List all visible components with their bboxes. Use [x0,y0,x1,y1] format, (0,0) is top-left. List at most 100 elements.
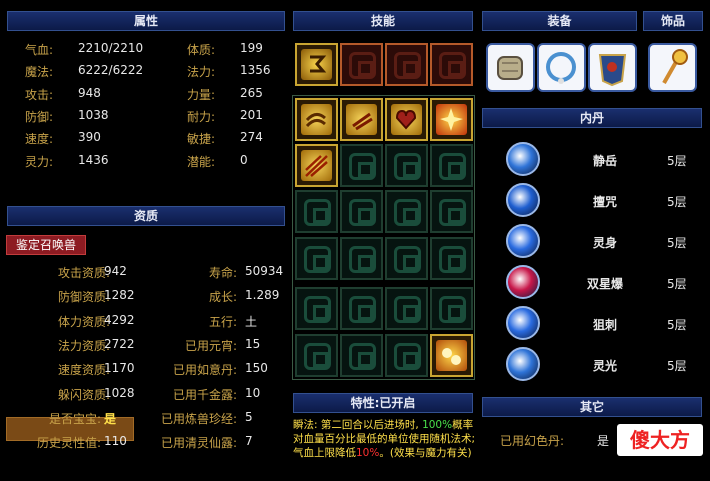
aptitude-value: 7 [245,434,253,449]
empty-skill-slot[interactable] [385,144,428,187]
trait-header: 特性:已开启 [293,393,473,413]
attr-label: 速度: [25,132,54,147]
neidan-level: 5层 [667,277,687,291]
attr-value: 948 [78,85,101,100]
aptitude-header: 资质 [7,206,285,226]
skill-4[interactable] [430,98,473,141]
aptitude-label: 法力资质: [57,338,110,353]
attr-value: 265 [240,85,263,100]
empty-skill-slot[interactable] [385,237,428,280]
aptitude-label: 已用炼兽珍经: [160,411,237,426]
attr-label: 耐力: [187,109,216,124]
aptitude-label: 是否宝宝: [48,411,101,426]
skills-header: 技能 [293,11,473,31]
burst-skill-icon [436,104,467,135]
neidan-name: 静岳 [592,154,617,168]
aptitude-label: 速度资质: [57,363,110,378]
neidan-level: 5层 [667,236,687,250]
heart-skill-icon [391,104,422,135]
attr-label: 敏捷: [187,132,216,147]
aptitude-label: 防御资质: [57,290,110,305]
aptitude-label: 五行: [208,314,237,329]
empty-skill-slot[interactable] [295,287,338,330]
equipment-slot-collar[interactable] [537,43,586,92]
attr-label: 气血: [25,43,54,57]
empty-skill-slot[interactable] [340,334,383,377]
aptitude-label: 体力资质: [57,314,110,329]
skill-2[interactable] [340,98,383,141]
empty-skill-slot[interactable] [340,237,383,280]
aptitude-value: 4292 [104,312,135,327]
aptitude-label: 寿命: [208,266,237,280]
aptitude-label: 已用元宵: [184,338,237,353]
empty-skill-slot[interactable] [295,334,338,377]
locked-slot [340,43,383,86]
empty-skill-slot[interactable] [340,287,383,330]
empty-skill-slot[interactable] [295,237,338,280]
neidan-name: 狙刺 [592,318,617,332]
accessory-header: 饰品 [643,11,703,31]
empty-skill-slot[interactable] [430,190,473,233]
aptitude-label: 躲闪资质: [57,387,110,402]
skill-5[interactable] [295,144,338,187]
aptitude-value: 942 [104,264,127,278]
attr-value: 390 [78,130,101,145]
neidan-icon[interactable] [506,306,540,340]
attr-label: 潜能: [187,154,216,169]
neidan-icon[interactable] [506,183,540,217]
aptitude-label: 成长: [208,290,237,305]
claw-skill-icon [346,104,377,135]
attr-value: 6222/6222 [78,63,144,78]
attr-label: 力量: [187,87,216,102]
neidan-name: 擅咒 [592,195,617,209]
accessory-slot[interactable] [648,43,697,92]
aptitude-label: 攻击资质: [57,266,110,280]
empty-skill-slot[interactable] [385,334,428,377]
neidan-level: 5层 [667,359,687,373]
aptitude-value: 10 [245,385,261,400]
skill-6[interactable] [430,334,473,377]
neidan-icon[interactable] [506,224,540,258]
aptitude-value: 1170 [104,361,135,376]
collar-icon [546,52,576,84]
empty-skill-slot[interactable] [385,190,428,233]
aptitude-value: 1.289 [245,288,280,303]
staff-ornament-icon [662,49,688,84]
equipment-slot-bracer[interactable] [486,43,535,92]
empty-skill-slot[interactable] [385,287,428,330]
empty-skill-slot[interactable] [295,190,338,233]
bracer-icon [497,56,523,80]
skill-slot-top-1[interactable] [295,43,338,86]
watermark: 傻大方 [617,424,703,456]
neidan-icon[interactable] [506,265,540,299]
wave-skill-icon [301,104,332,135]
trait-description: 瞬法: 第二回合以后进场时, 100%概率对血量百分比最低的单位使用随机法术; … [293,418,477,460]
empty-skill-slot[interactable] [340,144,383,187]
strike-skill-icon [301,150,332,181]
aptitude-value: 50934 [245,264,284,278]
equipment-slot-armor[interactable] [588,43,637,92]
other-label: 已用幻色丹: [500,434,565,448]
other-header: 其它 [482,397,702,417]
attr-label: 攻击: [25,87,54,102]
identify-pet-button[interactable]: 鉴定召唤兽 [6,235,86,255]
skill-3[interactable] [385,98,428,141]
skill-1[interactable] [295,98,338,141]
aptitude-value: 5 [245,409,253,424]
neidan-icon[interactable] [506,347,540,381]
locked-slot [430,43,473,86]
attr-label: 防御: [25,109,54,124]
orb-skill-icon [436,340,467,371]
rune-skill-icon [301,49,332,80]
empty-skill-slot[interactable] [430,144,473,187]
aptitude-label: 已用清灵仙露: [160,436,237,451]
empty-skill-slot[interactable] [430,287,473,330]
empty-skill-slot[interactable] [430,237,473,280]
attr-value: 274 [240,130,263,145]
neidan-name: 双星爆 [586,277,623,291]
attributes-header: 属性 [7,11,285,31]
empty-skill-slot[interactable] [340,190,383,233]
neidan-icon[interactable] [506,142,540,176]
aptitude-value: 1028 [104,385,135,400]
attr-label: 体质: [187,43,216,57]
